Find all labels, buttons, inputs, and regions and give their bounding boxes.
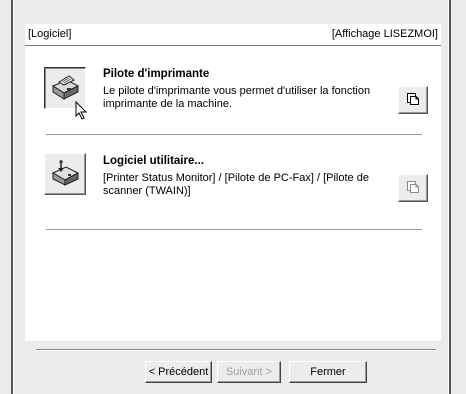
window-frame-right [449,0,451,394]
utility-software-icon [49,158,81,191]
utility-software-button[interactable] [44,153,86,195]
printer-driver-title: Pilote d'imprimante [103,68,210,80]
utility-software-readme-button[interactable] [398,174,428,202]
utility-software-desc-line1: [Printer Status Monitor] / [Pilote de PC… [103,172,369,184]
back-button[interactable]: < Précédent [145,361,212,383]
utility-software-title: Logiciel utilitaire... [103,155,204,167]
item-divider [46,229,422,230]
readme-document-icon [406,180,420,197]
close-button[interactable]: Fermer [289,361,367,383]
readme-document-icon [406,92,420,109]
printer-driver-desc-line1: Le pilote d'imprimante vous permet d'uti… [103,85,371,97]
printer-driver-desc-line2: imprimante de la machine. [103,98,233,110]
printer-driver-readme-button[interactable] [398,86,428,114]
next-button[interactable]: Suivant > [217,361,281,383]
header-divider [25,45,441,46]
utility-software-desc-line2: scanner (TWAIN)] [103,185,191,197]
software-panel: [Logiciel] [Affichage LISEZMOI] Pilote d… [25,24,441,341]
item-divider [46,134,422,135]
printer-icon [49,72,81,105]
mouse-cursor-icon [75,101,88,120]
readme-header-label: [Affichage LISEZMOI] [331,28,438,40]
software-header-label: [Logiciel] [28,28,72,40]
